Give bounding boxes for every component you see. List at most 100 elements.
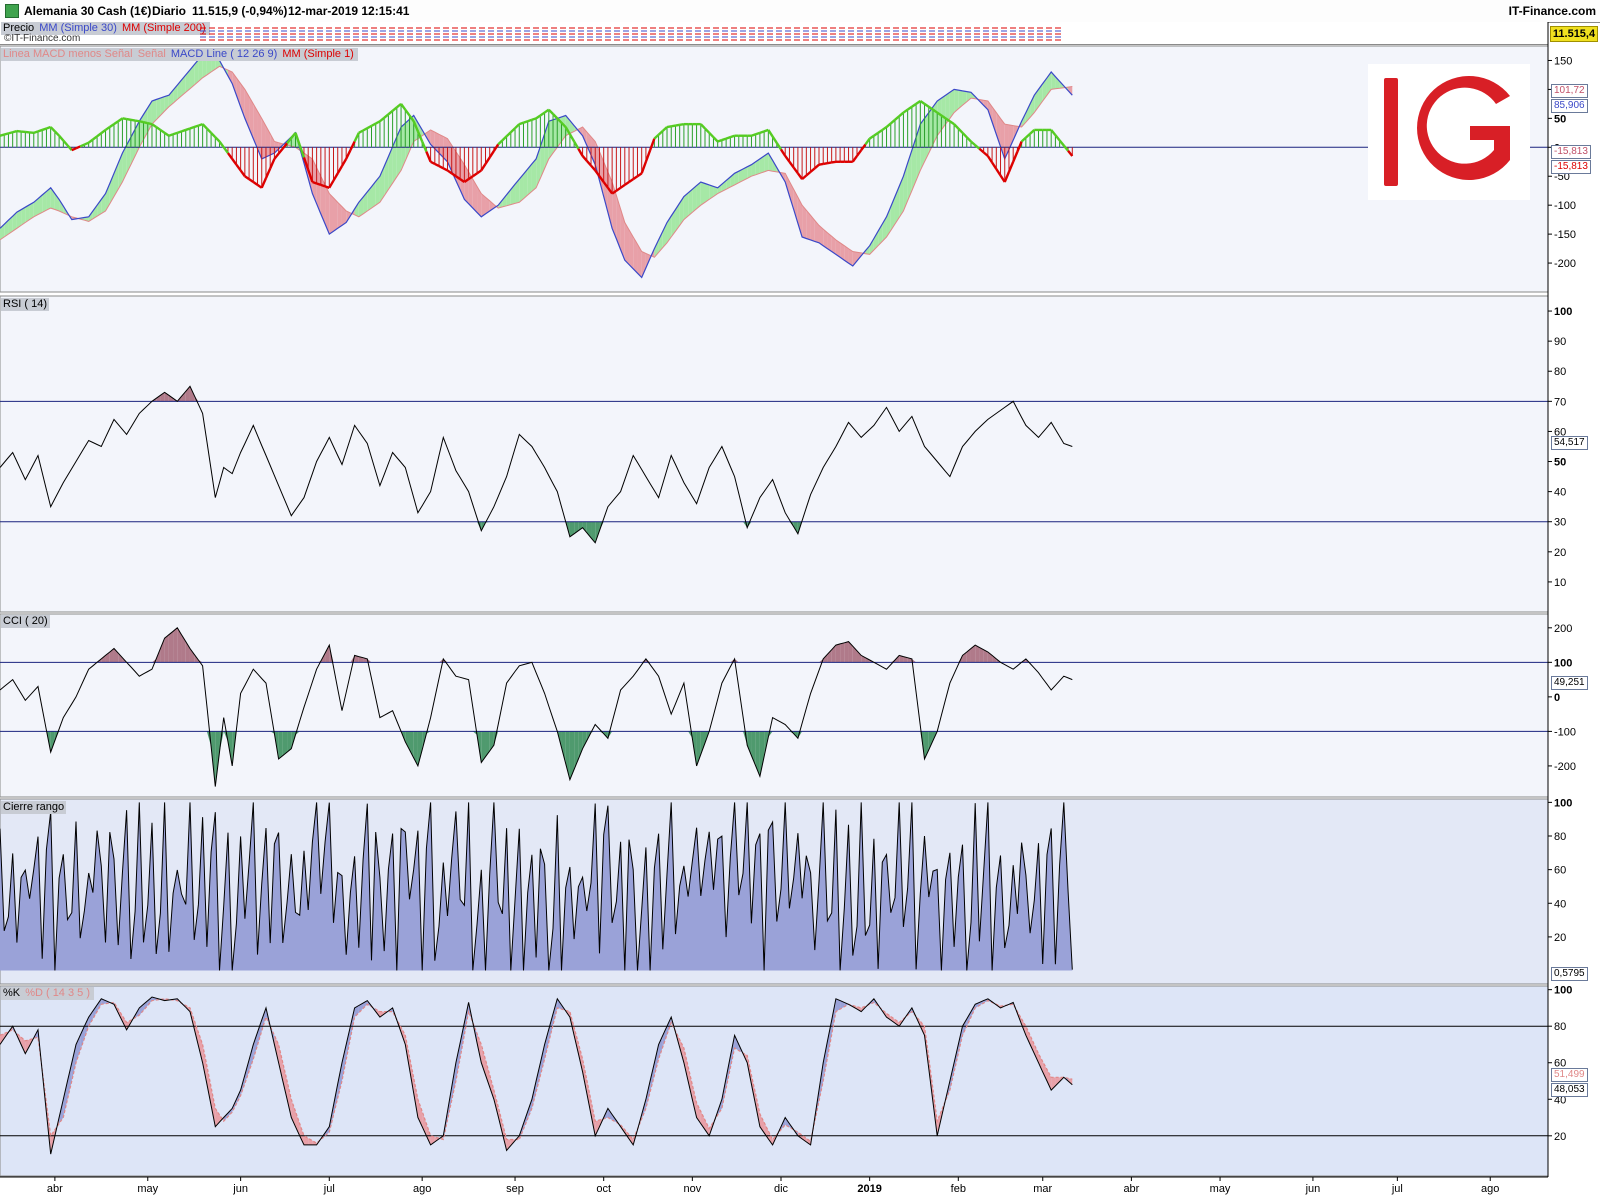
cci-legend[interactable]: CCI ( 20) xyxy=(1,615,50,628)
ig-logo-i xyxy=(1384,78,1398,186)
macd-mm1-segment xyxy=(725,136,731,140)
macd-mm1-segment xyxy=(312,180,318,185)
macd-mm1-segment xyxy=(143,121,149,125)
macd-mm1-segment xyxy=(729,134,735,139)
macd-mm1-segment xyxy=(122,117,127,121)
cci-tick-label: -200 xyxy=(1554,761,1576,773)
rsi-tick-label: 40 xyxy=(1554,487,1566,499)
rsi-panel xyxy=(0,295,1549,613)
macd-tick-label: -100 xyxy=(1554,200,1576,212)
macd-mm1-segment xyxy=(8,131,13,135)
macd-band xyxy=(548,119,554,159)
stoch-panel xyxy=(0,985,1549,1177)
macd-legend-line: MACD Line ( 12 26 9) xyxy=(170,48,278,60)
macd-mm1-segment xyxy=(675,123,680,127)
x-tick-label: jun xyxy=(232,1183,248,1195)
range-tick-label: 20 xyxy=(1554,932,1566,944)
cci-high-fill xyxy=(840,642,845,663)
macd-mm1-segment xyxy=(831,160,837,164)
macd-tick-label: -150 xyxy=(1554,229,1576,241)
rsi-tick-label: 80 xyxy=(1554,366,1566,378)
macd-band xyxy=(688,189,693,217)
x-tick-label: jul xyxy=(1391,1183,1403,1195)
macd-mm1-segment xyxy=(147,122,153,126)
macd-value-badge-1: 101,72 xyxy=(1551,84,1588,98)
x-tick-label: abr xyxy=(47,1183,63,1195)
rsi-tick-label: 30 xyxy=(1554,517,1566,529)
x-tick-label: sep xyxy=(506,1183,524,1195)
macd-band xyxy=(696,182,701,209)
macd-mm1-segment xyxy=(666,125,672,129)
cci-high-fill xyxy=(173,627,178,663)
chart-canvas: 150100500-50-100-150-2001009080706050403… xyxy=(0,22,1576,1195)
range-tick-label: 60 xyxy=(1554,865,1566,877)
x-tick-label: oct xyxy=(596,1183,611,1195)
macd-mm1-segment xyxy=(759,130,765,134)
macd-legend[interactable]: Linea MACD menos Señal Señal MACD Line (… xyxy=(1,48,358,61)
cci-panel xyxy=(0,613,1549,798)
range-value-badge: 0,5795 xyxy=(1551,967,1588,981)
cci-low-fill xyxy=(282,731,288,756)
macd-mm1-segment xyxy=(671,124,676,128)
macd-mm1-segment xyxy=(827,161,832,165)
macd-mm1-segment xyxy=(33,130,39,134)
rsi-legend[interactable]: RSI ( 14) xyxy=(1,298,50,311)
macd-mm1-segment xyxy=(717,138,723,143)
macd-mm1-segment xyxy=(185,127,191,132)
macd-mm1-segment xyxy=(176,130,182,134)
rsi-tick-label: 100 xyxy=(1554,306,1572,318)
macd-mm1-segment xyxy=(531,117,537,121)
stoch-value-badge-k: 48,053 xyxy=(1551,1083,1588,1097)
macd-mm1-segment xyxy=(823,162,828,166)
x-tick-label: jun xyxy=(1305,1183,1321,1195)
rsi-tick-label: 70 xyxy=(1554,396,1566,408)
range-tick-label: 80 xyxy=(1554,831,1566,843)
macd-band xyxy=(692,185,697,213)
macd-mm1-segment xyxy=(316,182,322,187)
x-tick-label: dic xyxy=(774,1183,789,1195)
x-tick-label: ago xyxy=(1481,1183,1499,1195)
rsi-tick-label: 20 xyxy=(1554,547,1566,559)
macd-mm1-segment xyxy=(818,162,824,166)
range-legend[interactable]: Cierre rango xyxy=(1,801,67,814)
macd-legend-signal: Señal xyxy=(137,48,166,60)
cci-high-fill xyxy=(975,645,980,663)
macd-mm1-segment xyxy=(755,131,761,136)
macd-mm1-segment xyxy=(527,118,533,123)
macd-legend-mm1: MM (Simple 1) xyxy=(282,48,354,60)
macd-value-badge-2: 85,906 xyxy=(1551,99,1588,113)
x-tick-label: may xyxy=(1210,1183,1231,1195)
x-tick-label: feb xyxy=(951,1183,966,1195)
cci-low-fill xyxy=(278,731,283,760)
rsi-tick-label: 50 xyxy=(1554,457,1566,469)
rsi-tick-label: 90 xyxy=(1554,336,1566,348)
macd-tick-label: -200 xyxy=(1554,258,1576,270)
macd-mm1-segment xyxy=(679,122,685,127)
x-tick-label: mar xyxy=(1033,1183,1052,1195)
macd-mm1-segment xyxy=(37,128,43,133)
x-tick-label: jul xyxy=(323,1183,335,1195)
range-tick-label: 40 xyxy=(1554,898,1566,910)
stoch-legend[interactable]: %K %D ( 14 3 5 ) xyxy=(1,987,94,1000)
macd-mm1-segment xyxy=(130,118,136,122)
cci-high-fill xyxy=(835,643,841,663)
stoch-tick-label: 80 xyxy=(1554,1021,1566,1033)
cci-tick-label: 100 xyxy=(1554,657,1572,669)
cci-tick-label: 200 xyxy=(1554,623,1572,635)
cci-value-badge: 49,251 xyxy=(1551,676,1588,690)
macd-band xyxy=(700,182,706,206)
rsi-value-badge: 54,517 xyxy=(1551,436,1588,450)
range-tick-label: 100 xyxy=(1554,797,1572,809)
macd-mm1-segment xyxy=(523,120,529,124)
macd-tick-label: 150 xyxy=(1554,55,1572,67)
cci-high-fill xyxy=(168,631,174,663)
macd-tick-label: 50 xyxy=(1554,113,1566,125)
macd-mm1-segment xyxy=(189,125,195,130)
macd-mm1-segment xyxy=(172,131,178,136)
macd-legend-histo: Linea MACD menos Señal xyxy=(3,48,133,60)
cci-tick-label: 0 xyxy=(1554,692,1560,704)
macd-mm1-segment xyxy=(134,119,140,123)
x-tick-label: ago xyxy=(413,1183,431,1195)
macd-band xyxy=(683,192,689,220)
macd-mm1-segment xyxy=(181,128,187,133)
